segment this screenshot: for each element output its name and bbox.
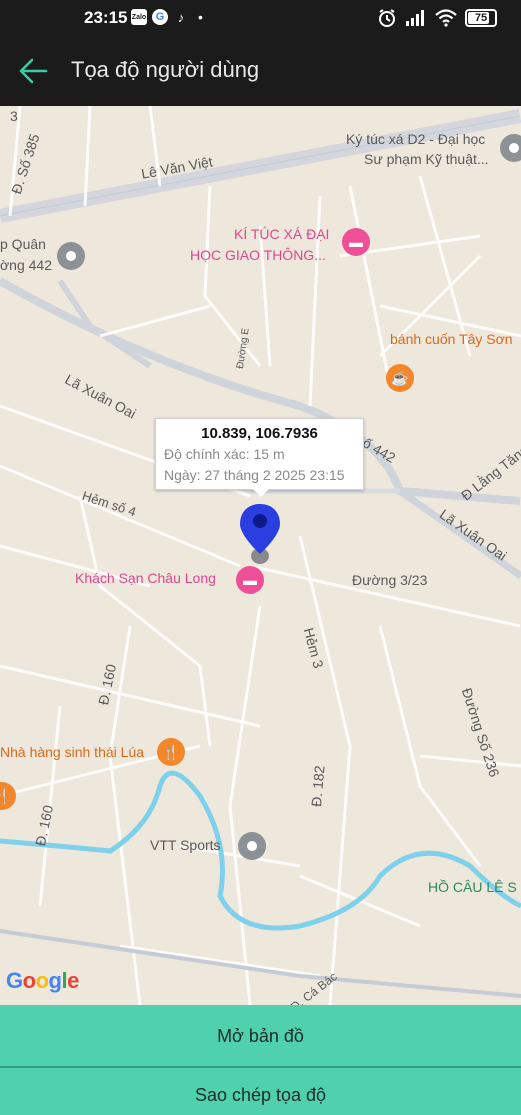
date-text: Ngày: 27 tháng 2 2025 23:15 <box>164 467 345 483</box>
cafe-icon[interactable]: ☕ <box>386 364 414 392</box>
app-bar: Tọa độ người dùng <box>0 36 521 106</box>
map-label: Khách Sạn Châu Long <box>75 570 216 586</box>
map-label: HỒ CÂU LÊ S <box>428 879 517 895</box>
restaurant-icon[interactable]: 🍴 <box>157 738 185 766</box>
map-view[interactable]: 3 Đ. Số 385 Lê Văn Việt Ký túc xá D2 - Đ… <box>0 106 521 1005</box>
system-icons: 75 <box>377 8 497 28</box>
hotel-icon[interactable]: ▬ <box>236 566 264 594</box>
wifi-icon <box>435 9 457 27</box>
hotel-icon[interactable]: ▬ <box>342 228 370 256</box>
google-logo: Google <box>6 968 79 993</box>
battery-level: 75 <box>474 12 488 24</box>
map-label: p Quân <box>0 236 46 252</box>
clock: 23:15 <box>84 8 128 27</box>
map-label: bánh cuốn Tây Sơn <box>390 331 513 347</box>
signal-icon <box>406 10 424 26</box>
google-icon: G <box>152 9 168 25</box>
notification-icons: Zalo G ♪ • <box>131 9 203 25</box>
map-label: KÍ TÚC XÁ ĐẠI <box>234 226 330 242</box>
open-map-button[interactable]: Mở bản đồ <box>0 1005 521 1067</box>
place-marker-icon[interactable] <box>500 134 521 162</box>
map-label: 3 <box>10 108 18 124</box>
zalo-icon: Zalo <box>131 9 147 25</box>
accuracy-text: Độ chính xác: 15 m <box>164 446 285 462</box>
status-bar: 23:15 Zalo G ♪ • 75 <box>0 0 521 36</box>
page-title: Tọa độ người dùng <box>71 57 260 82</box>
arrow-left-icon[interactable] <box>16 53 52 89</box>
map-label: Nhà hàng sinh thái Lúa <box>0 744 144 760</box>
place-marker-icon[interactable] <box>238 832 266 860</box>
map-label: Ký túc xá D2 - Đại học <box>346 131 486 147</box>
location-callout: 10.839, 106.7936 Độ chính xác: 15 m Ngày… <box>155 418 364 497</box>
copy-coordinates-button[interactable]: Sao chép tọa độ <box>0 1068 521 1115</box>
location-pin-icon[interactable] <box>238 504 282 570</box>
map-label: Sư phạm Kỹ thuật... <box>364 151 489 167</box>
map-label: Đường 3/23 <box>352 572 428 588</box>
map-label: HỌC GIAO THÔNG... <box>190 247 326 263</box>
alarm-icon <box>379 9 395 27</box>
map-label: VTT Sports <box>150 837 221 853</box>
callout-tail <box>253 489 269 497</box>
more-notifications-icon: • <box>198 9 203 25</box>
place-marker-icon[interactable] <box>57 242 85 270</box>
coordinates-text: 10.839, 106.7936 <box>201 425 318 442</box>
tiktok-icon: ♪ <box>177 9 185 25</box>
map-label: ờng 442 <box>0 257 53 273</box>
battery-icon: 75 <box>465 9 497 27</box>
